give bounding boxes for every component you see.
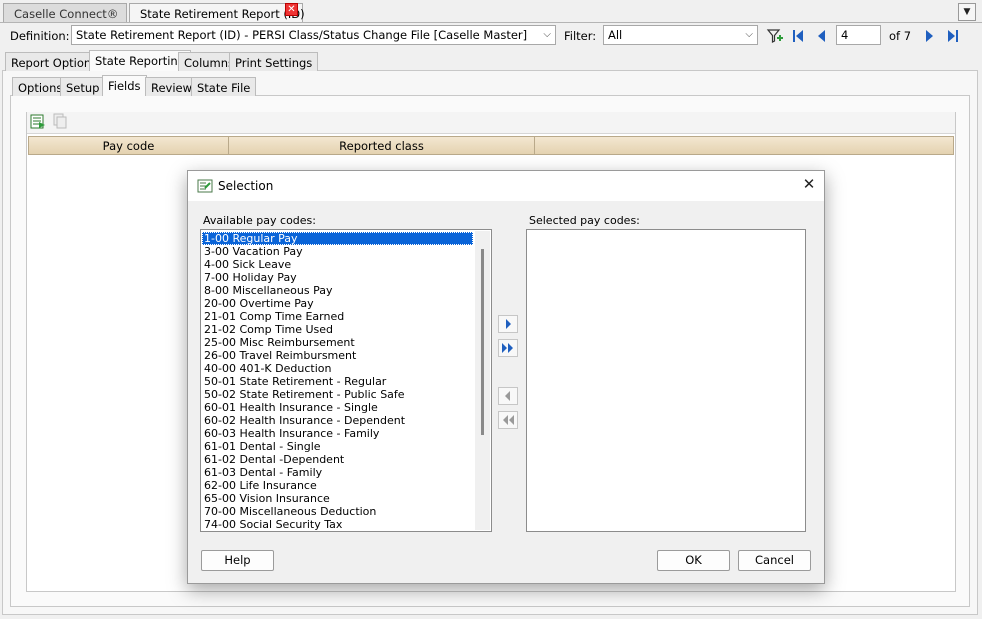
- page-number-input[interactable]: 4: [836, 25, 881, 45]
- list-item[interactable]: 20-00 Overtime Pay: [202, 297, 473, 310]
- grid-toolbar: [27, 112, 955, 134]
- collapse-button[interactable]: ▼: [958, 3, 976, 21]
- column-header-pay-code[interactable]: Pay code: [29, 137, 229, 154]
- tab-label: Report Options: [11, 56, 98, 70]
- tab-fields[interactable]: Fields: [102, 75, 147, 96]
- filter-dropdown[interactable]: All ⌵: [603, 25, 758, 45]
- tab-print-settings[interactable]: Print Settings: [229, 52, 319, 71]
- tab-label: Caselle Connect®: [14, 7, 119, 21]
- filter-value: All: [608, 28, 623, 42]
- page-total: of 7: [889, 29, 912, 43]
- tab-state-reporting[interactable]: State Reporting: [89, 50, 192, 71]
- chevron-down-icon: ⌵: [543, 29, 551, 40]
- list-item[interactable]: 21-02 Comp Time Used: [202, 323, 473, 336]
- tab-label: Fields: [108, 79, 141, 93]
- selection-icon: [197, 179, 213, 193]
- scrollbar[interactable]: [475, 231, 490, 530]
- definition-label: Definition:: [10, 29, 70, 43]
- list-item[interactable]: 50-01 State Retirement - Regular: [202, 375, 473, 388]
- list-item[interactable]: 25-00 Misc Reimbursement: [202, 336, 473, 349]
- double-arrow-right-icon: [502, 343, 513, 353]
- tab-label: State File: [197, 81, 251, 95]
- top-divider: [0, 22, 982, 23]
- previous-page-icon[interactable]: [813, 27, 831, 45]
- dialog-title: Selection: [218, 179, 274, 193]
- list-item[interactable]: 61-01 Dental - Single: [202, 440, 473, 453]
- first-page-icon[interactable]: [789, 27, 807, 45]
- list-item[interactable]: 60-02 Health Insurance - Dependent: [202, 414, 473, 427]
- tab-label: Review: [151, 81, 193, 95]
- last-page-icon[interactable]: [944, 27, 962, 45]
- filter-label: Filter:: [564, 29, 597, 43]
- add-rows-icon[interactable]: [30, 113, 46, 129]
- selected-pay-codes-label: Selected pay codes:: [529, 214, 640, 227]
- list-item[interactable]: 65-00 Vision Insurance: [202, 492, 473, 505]
- ok-button[interactable]: OK: [657, 550, 730, 571]
- list-item[interactable]: 26-00 Travel Reimbursment: [202, 349, 473, 362]
- copy-icon[interactable]: [52, 113, 68, 129]
- selection-dialog: Selection ✕ Available pay codes: Selecte…: [187, 170, 825, 584]
- list-item[interactable]: 40-00 401-K Deduction: [202, 362, 473, 375]
- tab-label: State Retirement Report (ID): [140, 7, 305, 21]
- tab-label: Setup: [66, 81, 100, 95]
- dialog-titlebar: Selection ✕: [188, 171, 824, 201]
- list-item[interactable]: 50-02 State Retirement - Public Safe: [202, 388, 473, 401]
- arrow-left-icon: [505, 391, 510, 401]
- tab-state-file[interactable]: State File: [191, 77, 257, 96]
- available-pay-codes-label: Available pay codes:: [203, 214, 316, 227]
- list-item[interactable]: 74-00 Social Security Tax: [202, 518, 473, 531]
- tab-label: State Reporting: [95, 54, 186, 68]
- list-item[interactable]: 1-00 Regular Pay: [202, 232, 473, 245]
- tab-label: Print Settings: [235, 56, 313, 70]
- scroll-thumb[interactable]: [481, 249, 484, 435]
- definition-value: State Retirement Report (ID) - PERSI Cla…: [76, 28, 528, 42]
- arrow-right-icon: [506, 319, 511, 329]
- definition-dropdown[interactable]: State Retirement Report (ID) - PERSI Cla…: [71, 25, 556, 45]
- add-all-button[interactable]: [498, 339, 518, 357]
- tab-caselle-connect[interactable]: Caselle Connect®: [3, 3, 127, 23]
- list-item[interactable]: 60-01 Health Insurance - Single: [202, 401, 473, 414]
- filter-icon[interactable]: [766, 27, 784, 45]
- list-item[interactable]: 21-01 Comp Time Earned: [202, 310, 473, 323]
- add-selected-button[interactable]: [498, 315, 518, 333]
- cancel-button[interactable]: Cancel: [738, 550, 811, 571]
- list-item[interactable]: 8-00 Miscellaneous Pay: [202, 284, 473, 297]
- close-icon[interactable]: ✕: [801, 177, 817, 193]
- tab-state-retirement-report[interactable]: State Retirement Report (ID): [129, 3, 305, 23]
- double-arrow-left-icon: [503, 415, 514, 425]
- tab-label: Columns: [184, 56, 235, 70]
- selected-pay-codes-list[interactable]: [526, 229, 806, 532]
- available-pay-codes-list[interactable]: 1-00 Regular Pay 3-00 Vacation Pay 4-00 Si…: [200, 229, 492, 532]
- chevron-down-icon: ▼: [963, 7, 971, 17]
- column-header-reported-class[interactable]: Reported class: [229, 137, 535, 154]
- list-item[interactable]: 4-00 Sick Leave: [202, 258, 473, 271]
- help-button[interactable]: Help: [201, 550, 274, 571]
- list-item[interactable]: 62-00 Life Insurance: [202, 479, 473, 492]
- list-item[interactable]: 60-03 Health Insurance - Family: [202, 427, 473, 440]
- grid-header: Pay code Reported class: [28, 136, 954, 155]
- tab-setup[interactable]: Setup: [60, 77, 106, 96]
- list-item[interactable]: 61-02 Dental -Dependent: [202, 453, 473, 466]
- list-item[interactable]: 3-00 Vacation Pay: [202, 245, 473, 258]
- remove-selected-button[interactable]: [498, 387, 518, 405]
- list-item[interactable]: 7-00 Holiday Pay: [202, 271, 473, 284]
- chevron-down-icon: ⌵: [745, 29, 753, 40]
- list-item[interactable]: 61-03 Dental - Family: [202, 466, 473, 479]
- list-item[interactable]: 70-00 Miscellaneous Deduction: [202, 505, 473, 518]
- tab-label: Options: [18, 81, 63, 95]
- remove-all-button[interactable]: [498, 411, 518, 429]
- close-tab-icon[interactable]: ✕: [285, 3, 298, 16]
- next-page-icon[interactable]: [920, 27, 938, 45]
